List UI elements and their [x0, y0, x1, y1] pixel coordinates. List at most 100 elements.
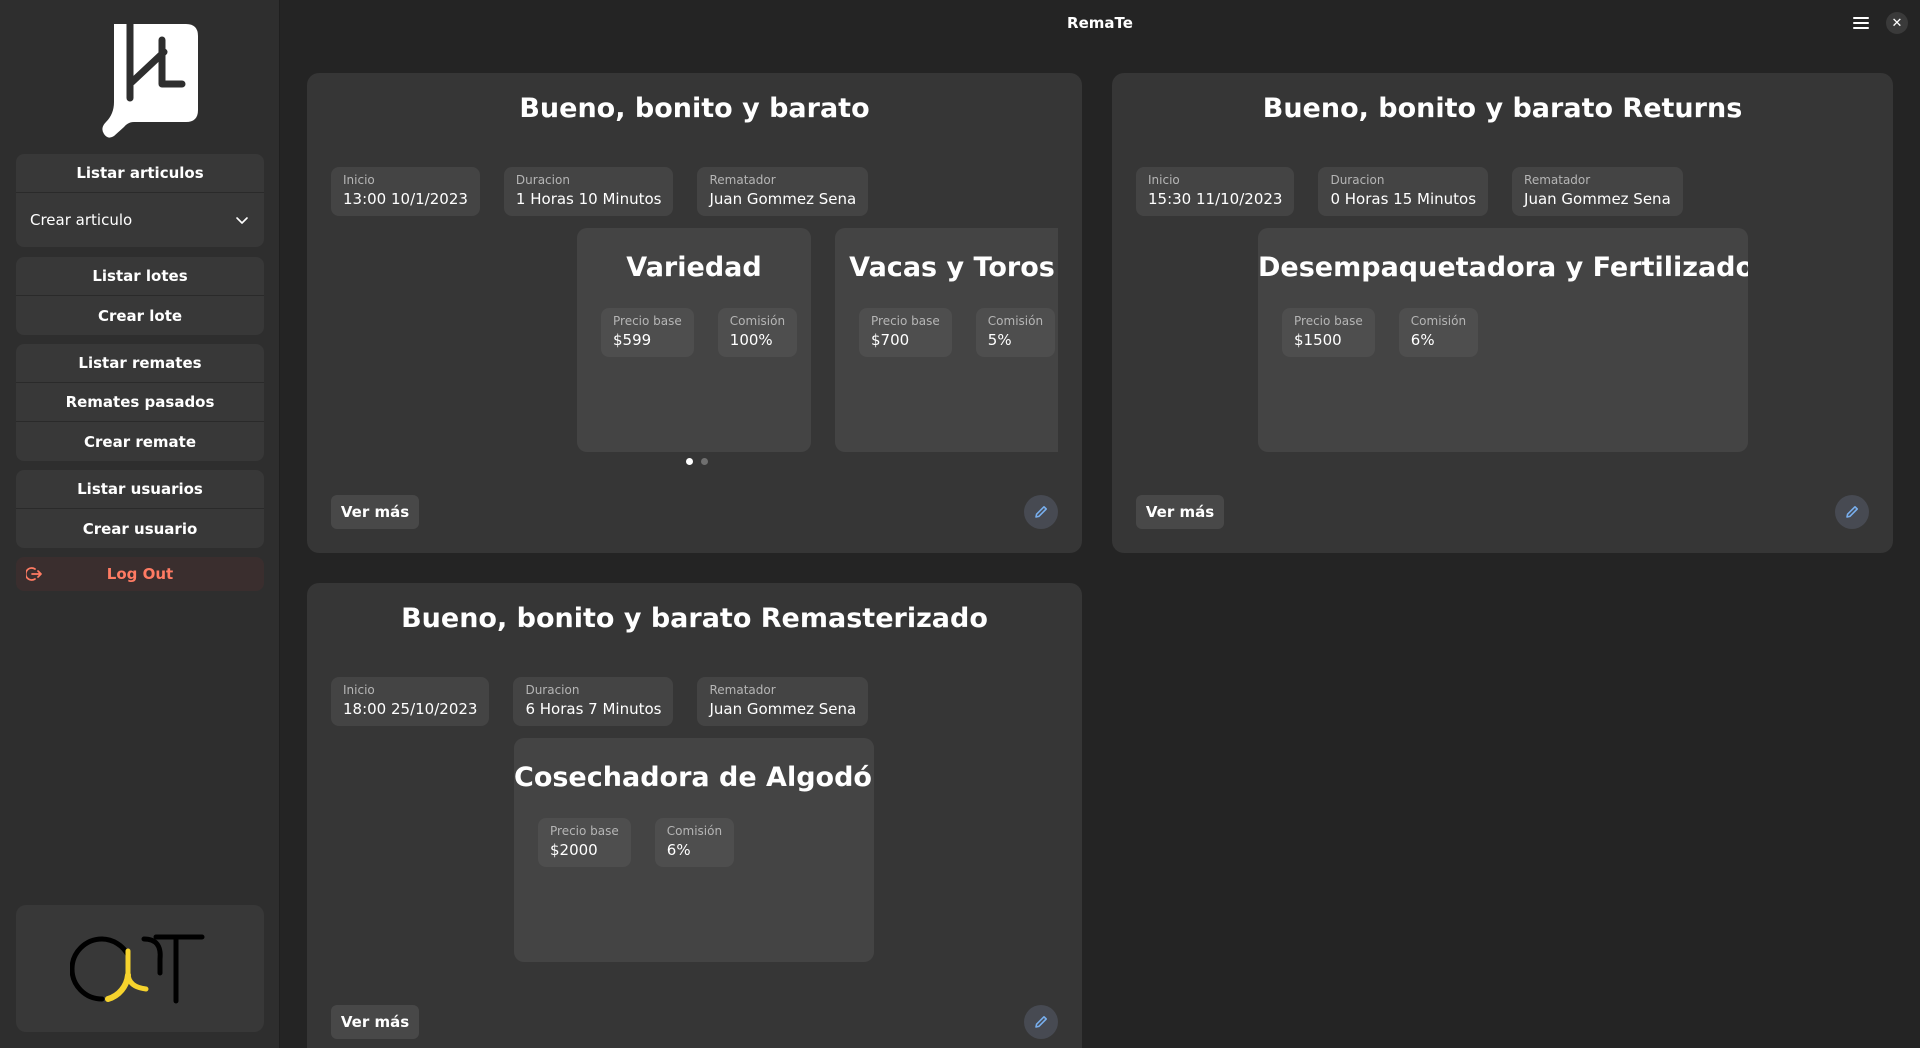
carousel-dot-active[interactable] [686, 458, 693, 465]
inicio-value: 15:30 11/10/2023 [1148, 190, 1283, 208]
sidebar-item-crear-articulo[interactable]: Crear articulo [16, 193, 264, 247]
sidebar-item-crear-lote[interactable]: Crear lote [16, 296, 264, 335]
company-logo [70, 934, 205, 1003]
sidebar: Listar articulos Crear articulo Listar l… [0, 0, 280, 1048]
sidebar-item-listar-articulos[interactable]: Listar articulos [16, 154, 264, 193]
chip-label: Rematador [1524, 173, 1591, 187]
comision-chip: Comisión 6% [1398, 308, 1479, 357]
article-title: Vacas y Toros [849, 252, 1055, 283]
article-card[interactable]: Variedad Precio base $599 Comisión 100% [577, 228, 811, 452]
inicio-value: 18:00 25/10/2023 [343, 700, 478, 718]
carousel-dot[interactable] [701, 458, 708, 465]
comision-value: 6% [666, 841, 691, 859]
sidebar-item-listar-remates[interactable]: Listar remates [16, 344, 264, 383]
chip-label: Rematador [709, 173, 776, 187]
inicio-chip: Inicio 15:30 11/10/2023 [1136, 167, 1295, 216]
precio-value: $700 [871, 331, 910, 349]
close-button[interactable]: ✕ [1886, 12, 1908, 34]
edit-button[interactable] [1024, 1005, 1058, 1039]
duracion-value: 0 Horas 15 Minutos [1330, 190, 1477, 208]
app-window: Listar articulos Crear articulo Listar l… [0, 0, 1920, 1048]
chip-label: Precio base [550, 824, 619, 838]
comision-value: 100% [729, 331, 773, 349]
article-title: Variedad [626, 252, 762, 283]
chip-label: Duracion [515, 173, 570, 187]
ver-mas-button[interactable]: Ver más [331, 495, 419, 529]
chip-label: Rematador [709, 683, 776, 697]
inicio-chip: Inicio 18:00 25/10/2023 [331, 677, 490, 726]
app-title: RemaTe [1067, 14, 1133, 32]
article-title: Cosechadora de Algodón [514, 762, 874, 793]
articles-carousel[interactable]: Variedad Precio base $599 Comisión 100% … [331, 228, 1058, 452]
chip-label: Duracion [1330, 173, 1385, 187]
sidebar-item-label: Crear articulo [30, 211, 133, 229]
duracion-value: 6 Horas 7 Minutos [525, 700, 662, 718]
precio-chip: Precio base $700 [859, 308, 952, 357]
auction-card: Bueno, bonito y barato Remasterizado Ini… [307, 583, 1082, 1048]
auction-title: Bueno, bonito y barato [519, 93, 870, 124]
precio-value: $2000 [550, 841, 598, 859]
company-logo-panel [16, 905, 264, 1032]
duracion-chip: Duracion 1 Horas 10 Minutos [503, 167, 674, 216]
chip-label: Inicio [343, 683, 375, 697]
app-logo [102, 22, 198, 138]
article-card[interactable]: Cosechadora de Algodón Precio base $2000… [514, 738, 874, 962]
auction-title: Bueno, bonito y barato Remasterizado [401, 603, 988, 634]
duracion-value: 1 Horas 10 Minutos [515, 190, 662, 208]
comision-chip: Comisión 5% [975, 308, 1056, 357]
rematador-chip: Rematador Juan Gommez Sena [697, 167, 869, 216]
nav-group-usuarios: Listar usuarios Crear usuario [16, 470, 264, 548]
article-info-row: Precio base $1500 Comisión 6% [1282, 308, 1479, 357]
article-card[interactable]: Vacas y Toros Precio base $700 Comisión … [835, 228, 1058, 452]
auction-info-row: Inicio 18:00 25/10/2023 Duracion 6 Horas… [331, 677, 869, 726]
sidebar-item-listar-lotes[interactable]: Listar lotes [16, 257, 264, 296]
chip-label: Inicio [1148, 173, 1180, 187]
edit-button[interactable] [1835, 495, 1869, 529]
precio-chip: Precio base $2000 [538, 818, 631, 867]
edit-button[interactable] [1024, 495, 1058, 529]
article-info-row: Precio base $2000 Comisión 6% [538, 818, 735, 867]
auction-info-row: Inicio 13:00 10/1/2023 Duracion 1 Horas … [331, 167, 869, 216]
rematador-value: Juan Gommez Sena [709, 700, 857, 718]
auction-info-row: Inicio 15:30 11/10/2023 Duracion 0 Horas… [1136, 167, 1683, 216]
article-info-row: Precio base $599 Comisión 100% [601, 308, 798, 357]
carousel-indicator [686, 458, 708, 465]
comision-chip: Comisión 100% [717, 308, 798, 357]
sidebar-item-crear-remate[interactable]: Crear remate [16, 422, 264, 461]
article-info-row: Precio base $700 Comisión 5% [859, 308, 1056, 357]
comision-chip: Comisión 6% [654, 818, 735, 867]
rematador-value: Juan Gommez Sena [1524, 190, 1671, 208]
precio-chip: Precio base $1500 [1282, 308, 1375, 357]
inicio-chip: Inicio 13:00 10/1/2023 [331, 167, 480, 216]
articles-carousel[interactable]: Cosechadora de Algodón Precio base $2000… [514, 738, 874, 962]
chip-label: Precio base [871, 314, 940, 328]
menu-button[interactable] [1848, 10, 1874, 36]
logout-icon [26, 567, 42, 581]
inicio-value: 13:00 10/1/2023 [343, 190, 468, 208]
sidebar-item-listar-usuarios[interactable]: Listar usuarios [16, 470, 264, 509]
nav-group-remates: Listar remates Remates pasados Crear rem… [16, 344, 264, 461]
chip-label: Inicio [343, 173, 375, 187]
ver-mas-button[interactable]: Ver más [331, 1005, 419, 1039]
logout-button[interactable]: Log Out [16, 557, 264, 591]
chip-label: Precio base [613, 314, 682, 328]
chevron-down-icon [236, 217, 248, 224]
chip-label: Comisión [1410, 314, 1467, 328]
hamburger-icon [1853, 17, 1869, 29]
sidebar-item-remates-pasados[interactable]: Remates pasados [16, 383, 264, 422]
articles-carousel[interactable]: Desempaquetadora y Fertilizadora Precio … [1258, 228, 1748, 452]
duracion-chip: Duracion 6 Horas 7 Minutos [513, 677, 674, 726]
pencil-icon [1035, 506, 1047, 518]
sidebar-item-crear-usuario[interactable]: Crear usuario [16, 509, 264, 548]
logout-label: Log Out [106, 565, 174, 583]
article-title: Desempaquetadora y Fertilizadora [1258, 252, 1748, 283]
rematador-value: Juan Gommez Sena [709, 190, 857, 208]
duracion-chip: Duracion 0 Horas 15 Minutos [1318, 167, 1489, 216]
article-card[interactable]: Desempaquetadora y Fertilizadora Precio … [1258, 228, 1748, 452]
ver-mas-button[interactable]: Ver más [1136, 495, 1224, 529]
rematador-chip: Rematador Juan Gommez Sena [1512, 167, 1683, 216]
rematador-chip: Rematador Juan Gommez Sena [697, 677, 869, 726]
header-bar: RemaTe ✕ [280, 0, 1920, 46]
pencil-icon [1035, 1016, 1047, 1028]
comision-value: 5% [987, 331, 1012, 349]
